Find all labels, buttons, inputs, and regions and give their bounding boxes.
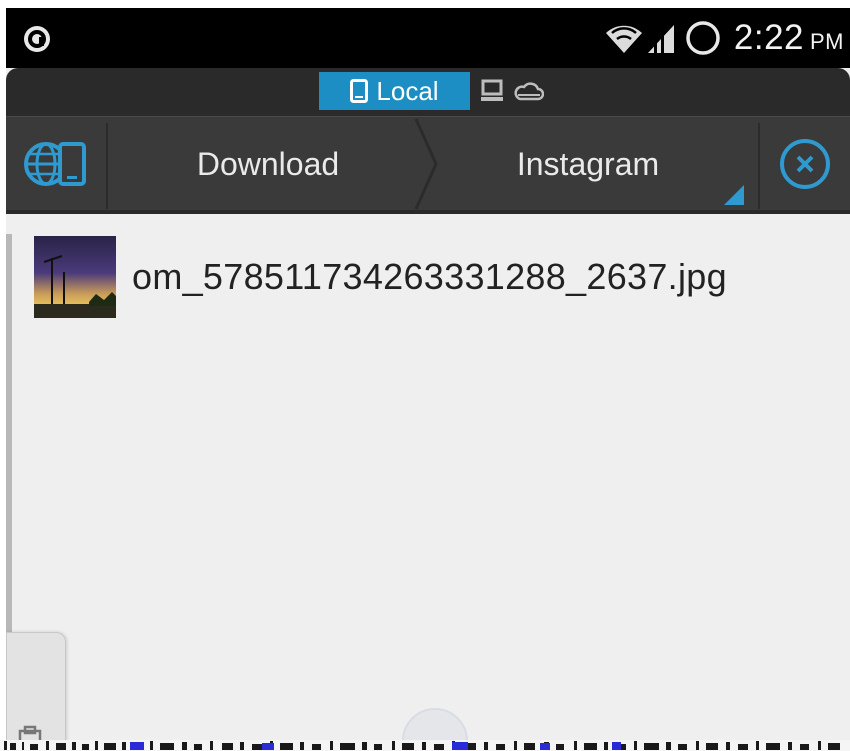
tab-local-label: Local <box>376 75 439 106</box>
breadcrumb-instagram-label: Instagram <box>516 145 660 182</box>
network-device-icon <box>24 142 86 186</box>
network-device-button[interactable] <box>6 117 104 211</box>
side-drawer-tab[interactable] <box>6 632 66 751</box>
close-button[interactable] <box>760 117 850 211</box>
breadcrumb-instagram[interactable]: Instagram <box>428 117 748 211</box>
status-clock: 2:22 PM <box>734 18 850 58</box>
status-icons: 2:22 PM <box>604 8 850 68</box>
wifi-icon <box>605 25 642 53</box>
file-list: om_578511734263331288_2637.jpg <box>6 214 850 751</box>
location-tabs: Local <box>6 68 850 116</box>
breadcrumb-download-label: Download <box>196 145 340 182</box>
noise-pattern <box>0 740 850 751</box>
cloud-icon[interactable] <box>514 80 544 102</box>
signal-icon <box>647 25 674 53</box>
close-icon <box>780 139 830 189</box>
dropdown-indicator-icon[interactable] <box>724 185 744 205</box>
image-thumbnail <box>34 236 116 318</box>
screenshot-frame: 2:22 PM Local Download Instagram om_5785… <box>0 0 850 751</box>
clock-time: 2:22 <box>733 18 804 57</box>
battery-icon <box>686 21 720 55</box>
breadcrumb-download[interactable]: Download <box>108 117 428 211</box>
computer-icon[interactable] <box>480 79 504 103</box>
left-rail <box>6 234 12 644</box>
clock-ampm: PM <box>810 29 844 54</box>
file-name: om_578511734263331288_2637.jpg <box>132 256 727 297</box>
breadcrumb-toolbar: Download Instagram <box>6 116 850 214</box>
status-bar: 2:22 PM <box>6 8 850 68</box>
tab-local[interactable]: Local <box>319 72 470 110</box>
corrupted-pixel-strip <box>0 740 850 751</box>
phone-icon <box>350 79 369 103</box>
notification-icon <box>24 26 50 52</box>
app-screen: 2:22 PM Local Download Instagram om_5785… <box>6 8 850 751</box>
list-item[interactable]: om_578511734263331288_2637.jpg <box>16 232 846 322</box>
